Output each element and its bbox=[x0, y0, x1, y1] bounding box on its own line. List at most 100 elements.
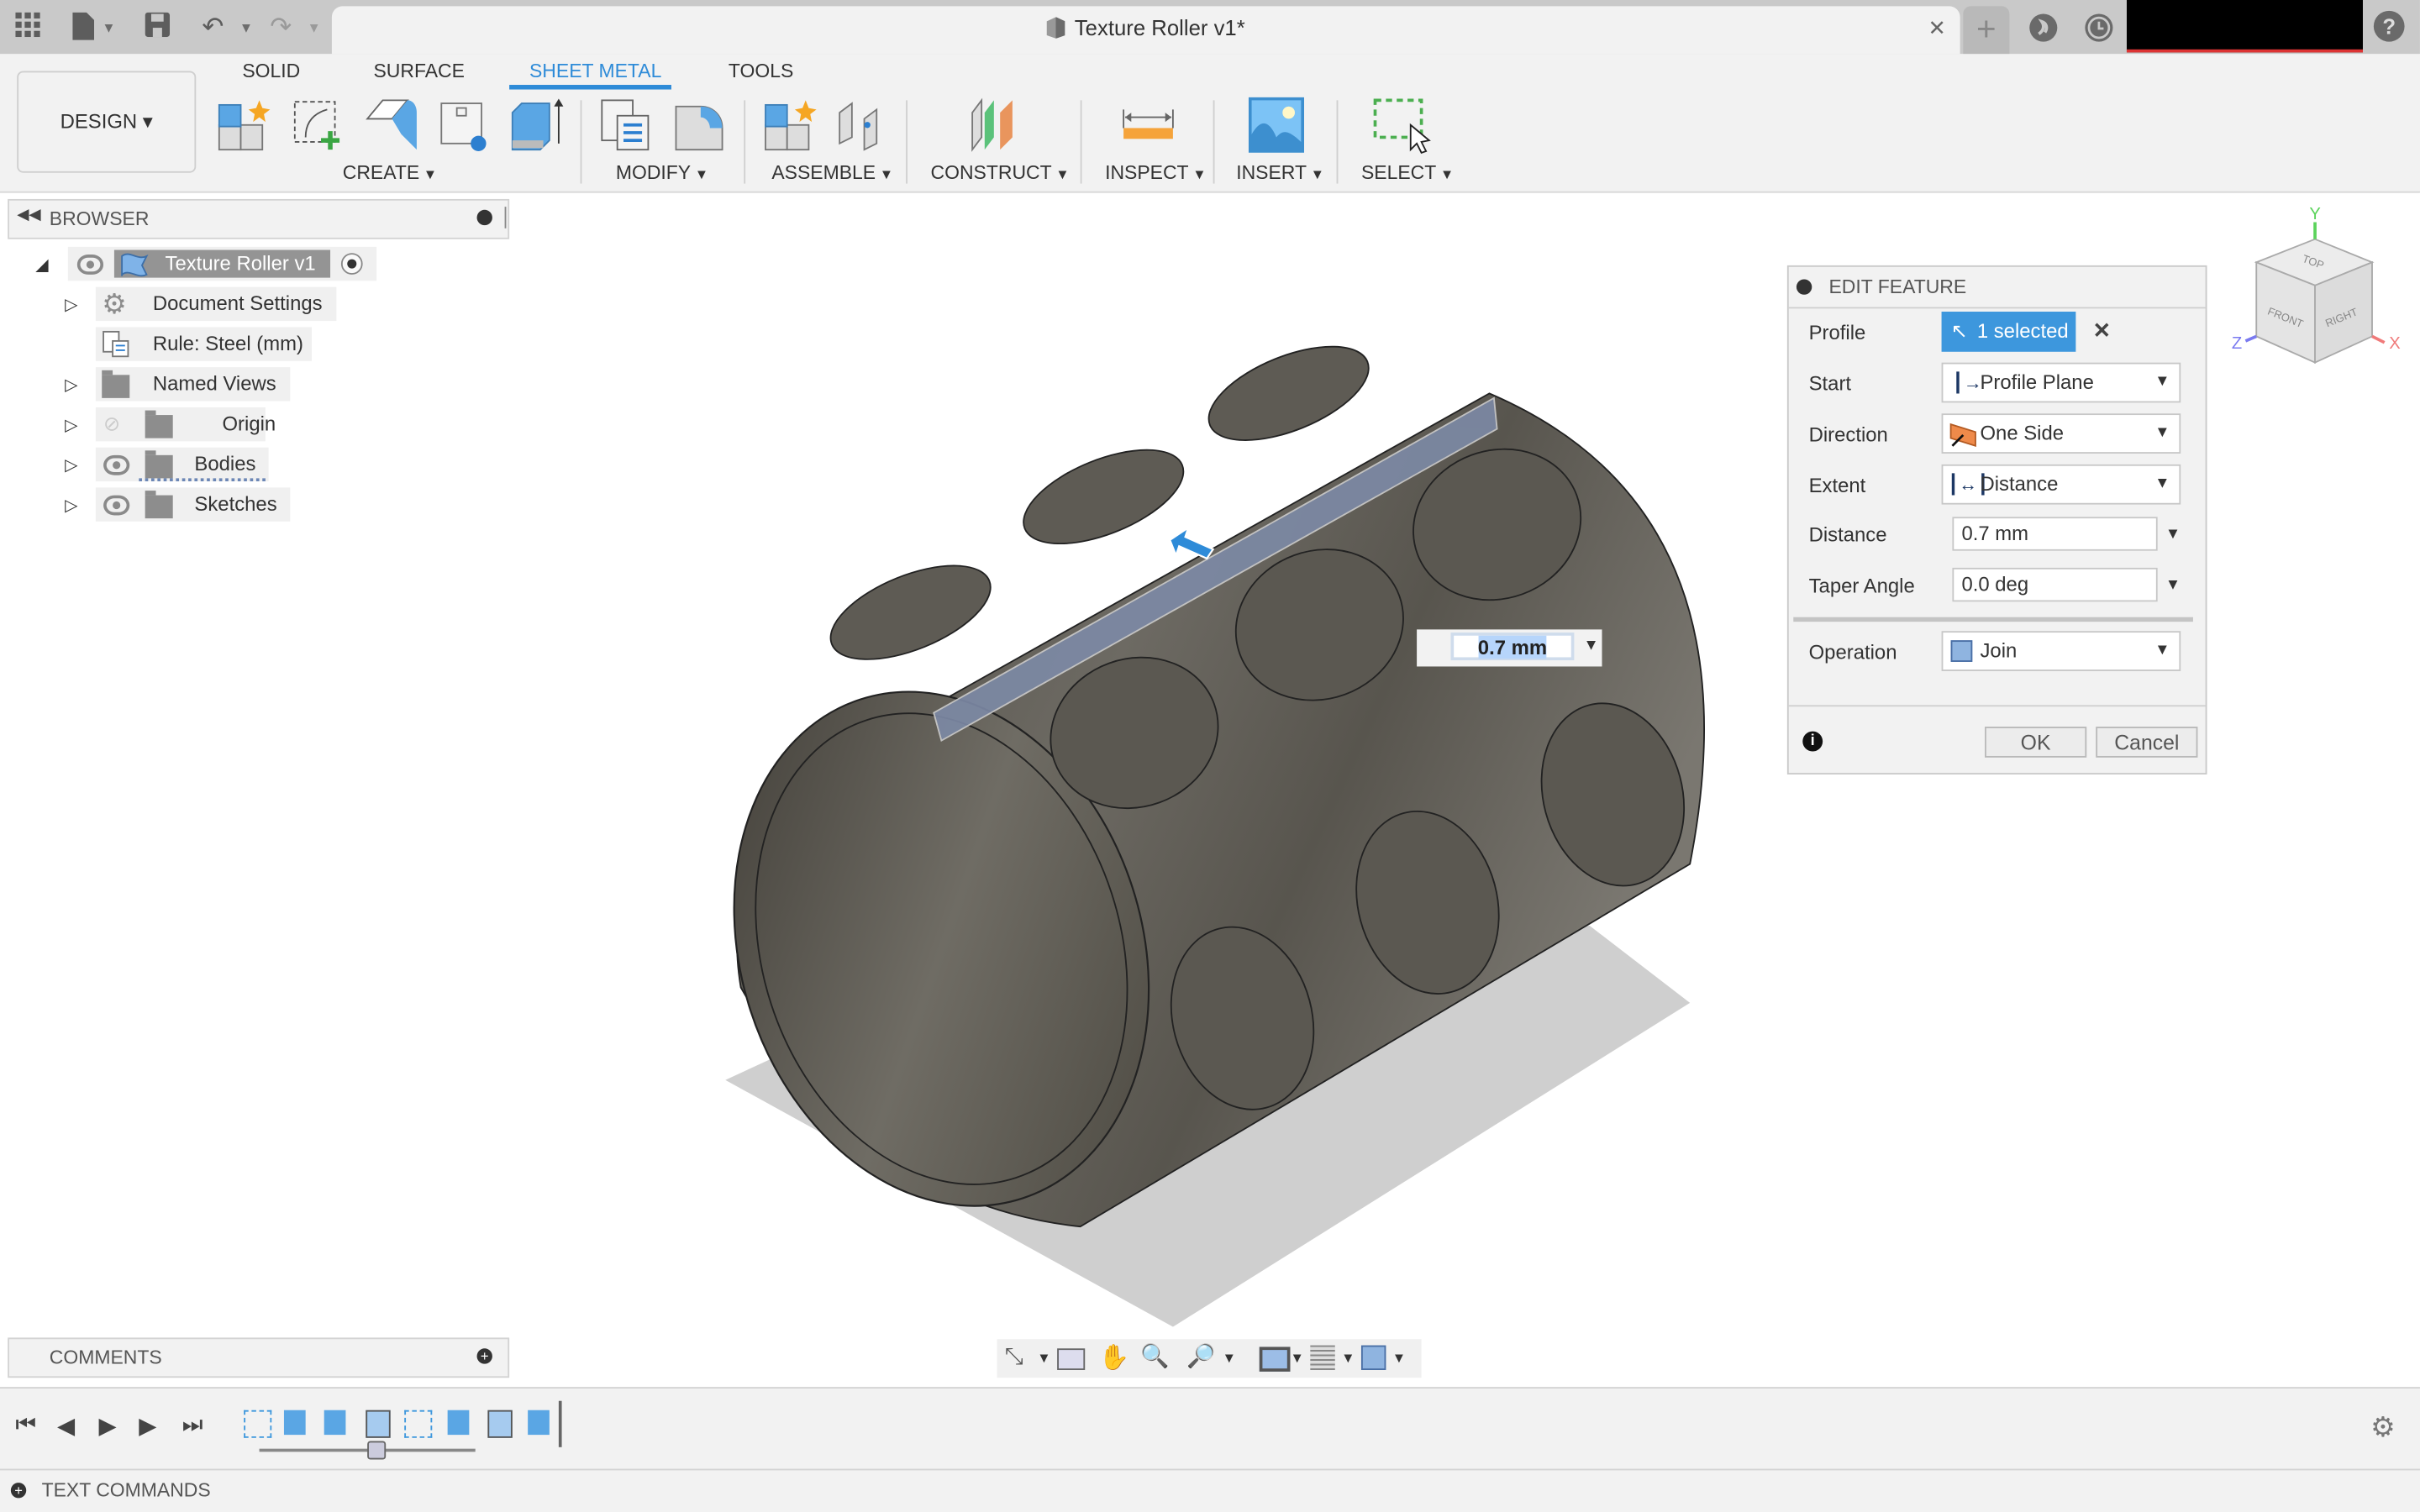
timeline-extrude-icon[interactable] bbox=[324, 1410, 346, 1436]
grid-caret-icon[interactable]: ▼ bbox=[1341, 1350, 1355, 1365]
inspect-menu[interactable]: INSPECT bbox=[1105, 162, 1207, 184]
modify-menu[interactable]: MODIFY bbox=[616, 162, 708, 184]
tab-tools[interactable]: TOOLS bbox=[729, 60, 793, 82]
press-pull-icon[interactable] bbox=[673, 97, 729, 153]
last-icon[interactable]: ⏭ bbox=[182, 1412, 203, 1438]
grid-icon[interactable] bbox=[1310, 1345, 1335, 1370]
timeline-sketch-icon[interactable] bbox=[404, 1410, 433, 1438]
tab-sheet-metal[interactable]: SHEET METAL bbox=[529, 60, 661, 82]
look-at-icon[interactable] bbox=[1057, 1348, 1086, 1370]
distance-manipulator-input[interactable]: 0.7 mm bbox=[1450, 633, 1575, 661]
tree-item-named-views[interactable]: Named Views bbox=[95, 367, 291, 402]
panel-resize-handle[interactable] bbox=[504, 207, 507, 228]
timeline-unfold-icon[interactable] bbox=[366, 1410, 391, 1438]
add-comment-icon[interactable]: + bbox=[476, 1348, 492, 1364]
undo-icon[interactable]: ↶ bbox=[197, 13, 229, 44]
display-caret-icon[interactable]: ▼ bbox=[1290, 1350, 1303, 1365]
offset-plane-icon[interactable] bbox=[966, 97, 1022, 153]
first-icon[interactable]: ⏮ bbox=[15, 1412, 36, 1438]
redo-caret-icon[interactable]: ▼ bbox=[308, 13, 321, 44]
orbit-icon[interactable]: ⤡ bbox=[1005, 1344, 1023, 1370]
construct-menu[interactable]: CONSTRUCT bbox=[931, 162, 1070, 184]
distance-manipulator-caret-icon[interactable]: ▼ bbox=[1583, 638, 1598, 654]
display-settings-icon[interactable] bbox=[1259, 1347, 1291, 1372]
timeline-group-handle[interactable] bbox=[367, 1441, 387, 1460]
unfold-icon[interactable] bbox=[439, 97, 494, 153]
tree-item-document-settings[interactable]: ⚙ Document Settings bbox=[95, 286, 337, 322]
select-menu[interactable]: SELECT bbox=[1361, 162, 1454, 184]
profile-selection-button[interactable]: ↖ 1 selected bbox=[1941, 312, 2076, 352]
extrude-icon[interactable] bbox=[509, 97, 565, 153]
close-tab-button[interactable]: ✕ bbox=[1928, 15, 1947, 41]
expand-named-views-icon[interactable]: ▷ bbox=[65, 375, 78, 395]
view-cube[interactable]: TOP FRONT RIGHT Y X Z bbox=[2230, 201, 2407, 378]
extensions-icon[interactable] bbox=[2028, 13, 2059, 51]
insert-menu[interactable]: INSERT bbox=[1236, 162, 1324, 184]
visibility-eye-icon[interactable] bbox=[103, 448, 130, 481]
timeline-flange-icon[interactable] bbox=[283, 1410, 306, 1436]
gear-icon[interactable]: ⚙ bbox=[2370, 1412, 2396, 1445]
ok-button[interactable]: OK bbox=[1984, 727, 2087, 758]
collapse-dialog-icon[interactable] bbox=[1796, 279, 1812, 295]
extrude-direction-arrow[interactable] bbox=[1168, 525, 1215, 560]
undo-caret-icon[interactable]: ▼ bbox=[239, 13, 253, 44]
expand-origin-icon[interactable]: ▷ bbox=[65, 415, 78, 435]
job-status-icon[interactable] bbox=[2084, 13, 2115, 51]
distance-input[interactable]: 0.7 mm bbox=[1952, 517, 2158, 551]
new-component-icon[interactable] bbox=[216, 97, 271, 153]
redo-icon[interactable]: ↷ bbox=[266, 13, 297, 44]
pan-hand-icon[interactable]: ✋ bbox=[1099, 1342, 1130, 1373]
timeline-refold-icon[interactable] bbox=[487, 1410, 513, 1438]
viewports-caret-icon[interactable]: ▼ bbox=[1392, 1350, 1406, 1365]
tree-item-sketches[interactable]: Sketches bbox=[95, 487, 291, 522]
tab-solid[interactable]: SOLID bbox=[242, 60, 300, 82]
operation-dropdown[interactable]: Join ▼ bbox=[1941, 631, 2181, 671]
zoom-icon[interactable]: 🔍 bbox=[1140, 1342, 1169, 1370]
insert-image-icon[interactable] bbox=[1248, 97, 1305, 153]
expand-text-commands-icon[interactable]: + bbox=[10, 1483, 27, 1499]
distance-manipulator[interactable]: 0.7 mm ▼ bbox=[1417, 629, 1602, 667]
orbit-caret-icon[interactable]: ▼ bbox=[1037, 1350, 1050, 1365]
visibility-hidden-icon[interactable]: ⊘ bbox=[103, 407, 120, 441]
extent-dropdown[interactable]: ┃↔┃ Distance ▼ bbox=[1941, 464, 2181, 505]
tree-item-origin[interactable]: ⊘ Origin bbox=[95, 407, 276, 442]
visibility-eye-icon[interactable] bbox=[76, 247, 104, 281]
zoom-caret-icon[interactable]: ▼ bbox=[1223, 1350, 1236, 1365]
sheet-metal-rules-icon[interactable] bbox=[599, 97, 655, 153]
workspace-switcher-button[interactable]: DESIGN ▾ bbox=[17, 71, 197, 173]
expand-document-settings-icon[interactable]: ▷ bbox=[65, 295, 78, 315]
visibility-eye-icon[interactable] bbox=[103, 487, 130, 521]
expand-sketches-icon[interactable]: ▷ bbox=[65, 496, 78, 515]
tree-root-texture-roller[interactable]: Texture Roller v1 bbox=[67, 246, 377, 281]
direction-dropdown[interactable]: One Side ▼ bbox=[1941, 413, 2181, 454]
measure-icon[interactable] bbox=[1120, 97, 1176, 153]
taper-angle-input[interactable]: 0.0 deg bbox=[1952, 567, 2158, 602]
taper-options-caret-icon[interactable]: ▼ bbox=[2165, 577, 2181, 594]
expand-bodies-icon[interactable]: ▷ bbox=[65, 455, 78, 475]
create-menu[interactable]: CREATE bbox=[343, 162, 437, 184]
cancel-button[interactable]: Cancel bbox=[2096, 727, 2198, 758]
flange-icon[interactable] bbox=[364, 97, 419, 153]
tree-item-bodies[interactable]: Bodies bbox=[95, 447, 269, 482]
fit-zoom-icon[interactable]: 🔎 bbox=[1186, 1342, 1215, 1370]
play-icon[interactable]: ▶ bbox=[99, 1412, 117, 1439]
start-dropdown[interactable]: ┃→ Profile Plane ▼ bbox=[1941, 362, 2181, 403]
browser-options-icon[interactable] bbox=[476, 209, 492, 226]
collapse-root-icon[interactable]: ◢ bbox=[35, 255, 49, 275]
file-menu-caret-icon[interactable]: ▼ bbox=[102, 13, 115, 44]
viewports-icon[interactable] bbox=[1360, 1345, 1386, 1370]
user-account-button[interactable] bbox=[2126, 0, 2363, 53]
next-icon[interactable]: ▶ bbox=[139, 1412, 156, 1439]
distance-options-caret-icon[interactable]: ▼ bbox=[2165, 526, 2181, 543]
timeline-extrude-icon[interactable] bbox=[447, 1410, 470, 1436]
create-sketch-icon[interactable] bbox=[290, 97, 345, 153]
timeline-sketch-icon[interactable] bbox=[244, 1410, 272, 1438]
timeline-extrude-icon[interactable] bbox=[528, 1410, 550, 1436]
clear-selection-icon[interactable]: ✕ bbox=[2093, 318, 2112, 344]
apps-grid-icon[interactable] bbox=[13, 12, 44, 44]
text-commands-bar[interactable]: + TEXT COMMANDS bbox=[0, 1468, 2420, 1512]
model-viewport[interactable] bbox=[679, 324, 1728, 1342]
new-tab-button[interactable]: + bbox=[1963, 6, 2010, 55]
info-icon[interactable]: i bbox=[1802, 731, 1823, 752]
activate-component-radio[interactable] bbox=[340, 253, 363, 275]
